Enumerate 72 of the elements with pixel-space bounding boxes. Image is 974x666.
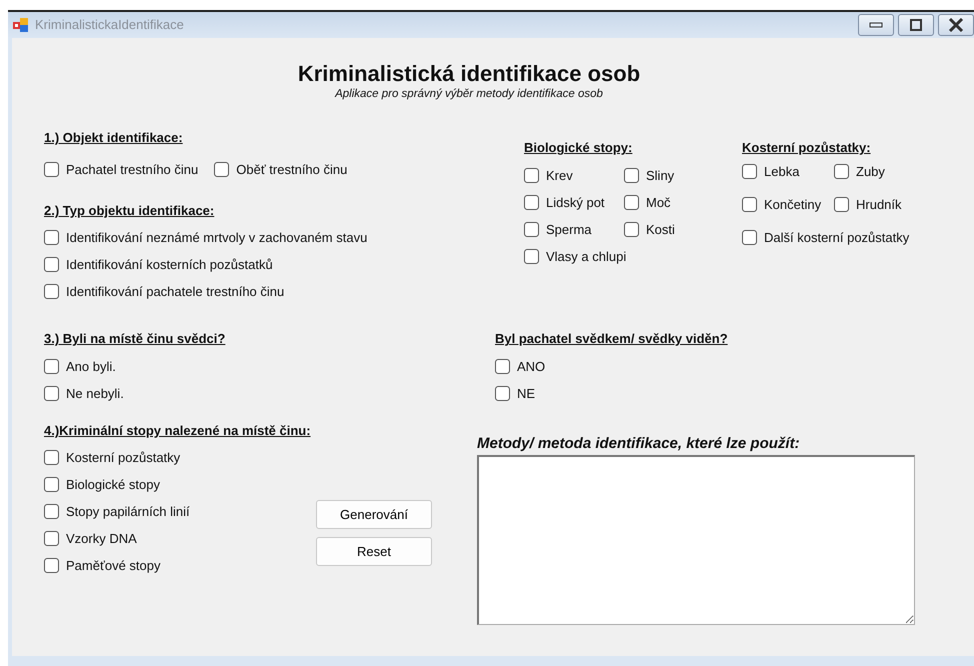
checkbox[interactable] (834, 164, 849, 179)
checkbox[interactable] (495, 358, 510, 374)
checkbox-label[interactable]: Oběť trestního činu (236, 160, 348, 180)
checkbox[interactable] (44, 386, 59, 401)
checkbox[interactable] (44, 450, 59, 466)
checkbox-label[interactable]: Biologické stopy (66, 475, 160, 495)
checkbox[interactable] (742, 164, 757, 179)
results-label: Metody/ metoda identifikace, které lze použít: (477, 434, 801, 454)
checkbox[interactable] (742, 196, 757, 212)
checkbox[interactable] (44, 477, 59, 492)
checkbox[interactable] (44, 284, 59, 300)
checkbox-label[interactable]: Paměťové stopy (66, 556, 160, 576)
checkbox-label[interactable]: Identifikování kosterních pozůstatků (66, 255, 273, 275)
app-title: Kriminalistická identifikace osob (296, 62, 642, 86)
action-button[interactable]: Reset (316, 537, 432, 566)
checkbox[interactable] (524, 194, 539, 210)
checkbox-label[interactable]: Ne nebyli. (66, 384, 124, 404)
checkbox[interactable] (44, 162, 59, 177)
checkbox[interactable] (524, 248, 539, 264)
group-heading: Kosterní pozůstatky: (742, 139, 871, 158)
minimize-icon (869, 22, 883, 28)
checkbox[interactable] (495, 386, 510, 401)
checkbox[interactable] (44, 558, 59, 574)
group-heading: Biologické stopy: (524, 139, 632, 158)
checkbox-label[interactable]: Lidský pot (546, 192, 605, 212)
action-button[interactable]: Generování (316, 500, 432, 530)
checkbox-label[interactable]: Lebka (764, 162, 800, 182)
checkbox[interactable] (524, 168, 539, 183)
checkbox-label[interactable]: Krev (546, 166, 573, 186)
app-subtitle: Aplikace pro správný výběr metody identifikace osob (334, 87, 604, 102)
checkbox-label[interactable]: NE (517, 384, 536, 404)
checkbox-label[interactable]: Ano byli. (66, 356, 116, 376)
close-button[interactable] (938, 14, 974, 36)
checkbox[interactable] (44, 531, 59, 546)
checkbox-label[interactable]: Zuby (856, 162, 885, 182)
group-heading: 3.) Byli na místě činu svědci? (44, 330, 226, 348)
checkbox-label[interactable]: Stopy papilárních linií (66, 502, 190, 522)
checkbox-label[interactable]: Vlasy a chlupi (546, 246, 626, 266)
checkbox[interactable] (214, 162, 230, 177)
group-heading: 2.) Typ objektu identifikace: (44, 202, 214, 220)
checkbox-label[interactable]: Identifikování neznámé mrtvoly v zachovaném stavu (66, 228, 368, 248)
checkbox-label[interactable]: Moč (646, 192, 671, 212)
checkbox[interactable] (624, 168, 639, 183)
checkbox[interactable] (524, 222, 539, 237)
checkbox-label[interactable]: Pachatel trestního činu (66, 160, 198, 180)
checkbox-label[interactable]: Sliny (646, 166, 674, 186)
checkbox[interactable] (742, 230, 757, 245)
group-heading: 4.)Kriminální stopy nalezené na místě činu: (44, 422, 311, 440)
checkbox-label[interactable]: Hrudník (856, 194, 902, 214)
checkbox[interactable] (44, 358, 59, 374)
checkbox-label[interactable]: Identifikování pachatele trestního činu (66, 282, 284, 302)
checkbox-label[interactable]: Kosterní pozůstatky (66, 448, 180, 468)
checkbox[interactable] (834, 196, 849, 212)
checkbox-label[interactable]: ANO (517, 356, 546, 376)
group-heading: Byl pachatel svědkem/ svědky viděn? (495, 330, 728, 348)
checkbox-label[interactable]: Končetiny (764, 194, 822, 214)
checkbox[interactable] (44, 504, 59, 520)
maximize-button[interactable] (898, 14, 934, 36)
checkbox-label[interactable]: Další kosterní pozůstatky (764, 228, 910, 248)
close-icon (948, 18, 964, 32)
checkbox[interactable] (624, 194, 639, 210)
checkbox[interactable] (44, 230, 59, 246)
app-icon (13, 18, 29, 32)
group-heading: 1.) Objekt identifikace: (44, 129, 183, 148)
checkbox-label[interactable]: Kosti (646, 220, 675, 240)
checkbox[interactable] (624, 222, 639, 237)
minimize-button[interactable] (858, 14, 894, 36)
checkbox-label[interactable]: Vzorky DNA (66, 529, 137, 549)
checkbox-label[interactable]: Sperma (546, 220, 592, 240)
checkbox[interactable] (44, 257, 59, 272)
maximize-icon (910, 19, 922, 31)
window-title: KriminalistickaIdentifikace (35, 16, 184, 34)
